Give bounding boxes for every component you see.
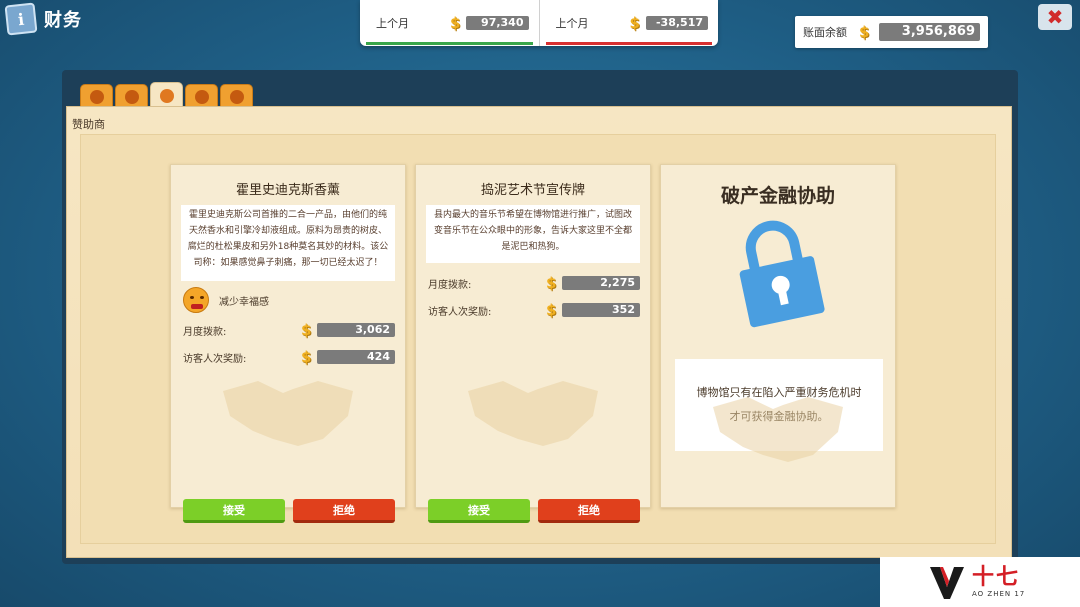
close-button[interactable]: ✖: [1038, 4, 1072, 30]
balance-box: 账面余额 3,956,869: [795, 16, 988, 48]
visitor-bonus-label: 访客人次奖励:: [428, 306, 492, 318]
coin-icon: [301, 321, 313, 339]
handshake-icon: [713, 397, 843, 462]
tab-money-bag[interactable]: [115, 84, 148, 108]
expense-label: 上个月: [555, 17, 589, 30]
close-icon: ✖: [1046, 5, 1064, 29]
ticket-icon: [229, 89, 244, 104]
visitor-bonus-value: 352: [562, 303, 640, 317]
tab-info[interactable]: [80, 84, 113, 108]
info-book-icon: i: [4, 2, 38, 36]
window-title-text: 财务: [44, 10, 82, 31]
sponsor-card: 捣泥艺术节宣传牌 县内最大的音乐节希望在博物馆进行推广，试图改变音乐节在公众眼中…: [415, 164, 651, 523]
expense-value: -38,517: [645, 16, 708, 30]
coin-icon: [630, 14, 642, 32]
watermark-en: AO ZHEN 17: [972, 590, 1026, 598]
penalty-label: 减少幸福感: [219, 296, 269, 308]
accept-button[interactable]: 接受: [428, 499, 530, 523]
reject-button[interactable]: 拒绝: [538, 499, 640, 523]
tab-dollar[interactable]: [185, 84, 218, 108]
expense-summary: 上个月 -38,517: [538, 0, 719, 46]
coin-icon: [546, 301, 558, 319]
penalty-row: 减少幸福感: [183, 287, 269, 313]
section-label: 赞助商: [72, 118, 105, 131]
tab-ticket[interactable]: [220, 84, 253, 108]
locked-assistance-card: 破产金融协助 博物馆只有在陷入严重财务危机时 才可获得金融协助。: [660, 164, 896, 508]
balance-value: 3,956,869: [879, 23, 980, 41]
window-title: i 财务: [4, 2, 82, 36]
balance-label: 账面余额: [803, 26, 847, 39]
coin-icon: [546, 274, 558, 292]
watermark-cn: 十七: [972, 565, 1021, 590]
watermark-text: 十七 AO ZHEN 17: [972, 565, 1026, 599]
monthly-grant-label: 月度拨款:: [428, 279, 472, 291]
sponsor-title: 霍里史迪克斯香薰: [235, 183, 340, 198]
monthly-grant-row: 月度拨款: 2,275: [428, 274, 640, 292]
tab-bar: [80, 82, 253, 108]
income-bar: [366, 42, 533, 45]
coin-icon: [450, 14, 462, 32]
money-bag-icon: [124, 89, 139, 104]
accept-button[interactable]: 接受: [183, 499, 285, 523]
monthly-grant-value: 2,275: [562, 276, 640, 290]
angry-face-icon: [183, 287, 209, 313]
site-watermark: 十七 AO ZHEN 17: [880, 557, 1080, 607]
coin-icon: [859, 23, 873, 41]
tab-sponsors[interactable]: [150, 82, 183, 108]
monthly-grant-label: 月度拨款:: [183, 326, 227, 338]
expense-bar: [545, 42, 712, 45]
monthly-grant-value: 3,062: [317, 323, 395, 337]
info-icon: [89, 89, 104, 104]
income-label: 上个月: [376, 17, 409, 30]
sponsor-title: 捣泥艺术节宣传牌: [480, 183, 585, 198]
income-value: 97,340: [466, 16, 529, 30]
monthly-grant-row: 月度拨款: 3,062: [183, 321, 395, 339]
sponsor-description: 霍里史迪克斯公司首推的二合一产品，由他们的纯天然香水和引擎冷却液组成。原料为昂贵…: [181, 205, 395, 281]
sponsor-card: 霍里史迪克斯香薰 霍里史迪克斯公司首推的二合一产品，由他们的纯天然香水和引擎冷却…: [170, 164, 406, 523]
handshake-icon: [468, 381, 598, 446]
handshake-icon: [159, 88, 174, 103]
dollar-icon: [194, 89, 209, 104]
visitor-bonus-row: 访客人次奖励: 352: [428, 301, 640, 319]
watermark-logo-icon: [930, 567, 964, 599]
reject-button[interactable]: 拒绝: [293, 499, 395, 523]
monthly-summary: 上个月 97,340 上个月 -38,517: [360, 0, 718, 46]
lock-icon: [739, 220, 825, 328]
sponsor-description: 县内最大的音乐节希望在博物馆进行推广，试图改变音乐节在公众眼中的形象，告诉大家这…: [426, 205, 640, 263]
locked-title: 破产金融协助: [720, 185, 835, 207]
handshake-icon: [223, 381, 353, 446]
income-summary: 上个月 97,340: [360, 0, 539, 46]
